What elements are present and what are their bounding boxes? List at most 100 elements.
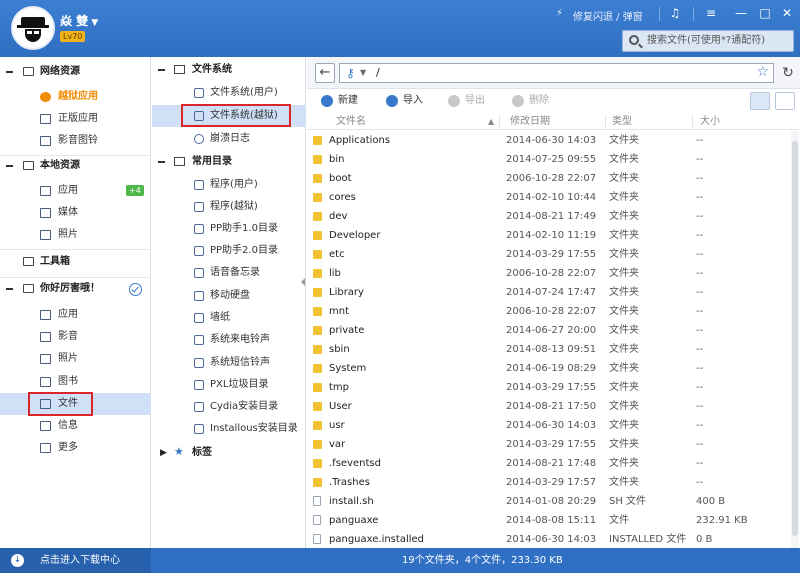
table-row[interactable]: cores 2014-02-10 10:44 文件夹 -- [307,188,785,207]
table-row[interactable]: etc 2014-03-29 17:55 文件夹 -- [307,245,785,264]
sidebar-item-device-media[interactable]: 影音 [0,326,151,348]
file-size: -- [696,135,704,146]
tree-item-pp1-dir[interactable]: PP助手1.0目录 [152,218,306,240]
grid-view-button[interactable] [775,92,795,110]
tree-item-apps-jailbreak[interactable]: 程序(越狱) [152,196,306,218]
search-input[interactable]: 搜索文件(可使用*?通配符) [622,30,794,52]
table-row[interactable]: boot 2006-10-28 22:07 文件夹 -- [307,169,785,188]
tree-item-apps-user[interactable]: 程序(用户) [152,174,306,196]
file-size: -- [696,477,704,488]
tree-item-cydia-dir[interactable]: Cydia安装目录 [152,396,306,418]
close-icon[interactable]: ✕ [780,6,794,20]
table-row[interactable]: panguaxe 2014-08-08 15:11 文件 232.91 KB [307,511,785,530]
vertical-scrollbar[interactable] [791,131,799,548]
list-icon [174,157,185,166]
table-row[interactable]: User 2014-08-21 17:50 文件夹 -- [307,397,785,416]
menu-icon[interactable]: ≡ [704,6,718,20]
sidebar-item-local-photos[interactable]: 照片 [0,224,151,246]
plus-icon [321,95,333,107]
file-icon [313,496,321,506]
folder-icon [313,250,322,259]
table-row[interactable]: Library 2014-07-24 17:47 文件夹 -- [307,283,785,302]
column-size[interactable]: 大小 [700,114,720,130]
folder-icon [313,269,322,278]
new-button[interactable]: 新建 [321,93,377,109]
export-button[interactable]: 导出 [448,93,498,109]
table-row[interactable]: usr 2014-06-30 14:03 文件夹 -- [307,416,785,435]
tree-item-system-ringtones[interactable]: 系统来电铃声 [152,329,306,351]
sidebar-item-genuine-apps[interactable]: 正版应用 [0,108,151,130]
tree-item-pxl-junk[interactable]: PXL垃圾目录 [152,374,306,396]
address-bar: ← ⚷ ▼ / ☆ ↻ [307,57,800,89]
file-size: -- [696,173,704,184]
file-type: 文件夹 [609,325,639,336]
sidebar-item-device-photos[interactable]: 照片 [0,348,151,370]
chevron-down-icon[interactable]: ▼ [360,64,366,82]
tree-item-voice-memos[interactable]: 语音备忘录 [152,262,306,284]
tree-item-filesystem-user[interactable]: 文件系统(用户) [152,82,306,104]
tree-item-pp2-dir[interactable]: PP助手2.0目录 [152,240,306,262]
table-row[interactable]: sbin 2014-08-13 09:51 文件夹 -- [307,340,785,359]
download-center-button[interactable]: ↓ 点击进入下载中心 [0,548,151,573]
table-row[interactable]: bin 2014-07-25 09:55 文件夹 -- [307,150,785,169]
chevron-down-icon[interactable]: ▼ [91,18,98,28]
table-row[interactable]: private 2014-06-27 20:00 文件夹 -- [307,321,785,340]
column-type[interactable]: 类型 [612,114,632,130]
sidebar-item-device-messages[interactable]: 信息 [0,415,151,437]
file-date: 2014-02-10 10:44 [506,192,597,203]
tree-item-external-drive[interactable]: 移动硬盘 [152,285,306,307]
table-row[interactable]: tmp 2014-03-29 17:55 文件夹 -- [307,378,785,397]
table-row[interactable]: System 2014-06-19 08:29 文件夹 -- [307,359,785,378]
table-row[interactable]: lib 2006-10-28 22:07 文件夹 -- [307,264,785,283]
table-row[interactable]: Developer 2014-02-10 11:19 文件夹 -- [307,226,785,245]
column-name[interactable]: 文件名 [336,114,366,130]
username[interactable]: 焱 雙 ▼ [60,12,98,29]
sidebar-item-device-apps[interactable]: 应用 [0,304,151,326]
file-type: 文件夹 [609,439,639,450]
avatar[interactable] [11,6,55,50]
table-row[interactable]: Applications 2014-06-30 14:03 文件夹 -- [307,131,785,150]
tree-item-installous-dir[interactable]: Installous安装目录 [152,418,306,440]
sidebar-item-device-more[interactable]: 更多 [0,437,151,459]
table-row[interactable]: dev 2014-08-21 17:49 文件夹 -- [307,207,785,226]
table-row[interactable]: var 2014-03-29 17:55 文件夹 -- [307,435,785,454]
tree-item-wallpaper[interactable]: 墙纸 [152,307,306,329]
fix-crash-link[interactable]: 修复闪退 / 弹窗 [573,8,643,23]
section-device[interactable]: 你好厉害哦！ [0,278,151,300]
refresh-icon[interactable]: ↻ [779,63,797,83]
folder-icon [313,421,322,430]
file-name: .fseventsd [329,458,381,469]
column-date[interactable]: 修改日期 [510,114,550,130]
table-row[interactable]: .fseventsd 2014-08-21 17:48 文件夹 -- [307,454,785,473]
section-local[interactable]: 本地资源 [0,155,151,177]
list-view-button[interactable] [750,92,770,110]
file-icon [313,534,321,544]
table-row[interactable]: panguaxe.installed 2014-06-30 14:03 INSTAL… [307,530,785,549]
tree-section-tags[interactable]: ▶ ★ 标签 [152,442,306,464]
maximize-icon[interactable]: □ [758,6,772,20]
section-toolbox[interactable]: 工具箱 [0,251,151,273]
sidebar-item-jailbreak-apps[interactable]: 越狱应用 [0,86,151,108]
table-row[interactable]: install.sh 2014-01-08 20:29 SH 文件 400 B [307,492,785,511]
table-row[interactable]: .Trashes 2014-03-29 17:57 文件夹 -- [307,473,785,492]
tree-section-common[interactable]: 常用目录 [152,151,306,173]
table-row[interactable]: mnt 2006-10-28 22:07 文件夹 -- [307,302,785,321]
sidebar-item-media-ringtones[interactable]: 影音图铃 [0,130,151,152]
delete-button[interactable]: 删除 [512,93,562,109]
sidebar-item-device-books[interactable]: 图书 [0,371,151,393]
import-button[interactable]: 导入 [386,93,436,109]
path-input[interactable]: ⚷ ▼ / ☆ [339,63,774,83]
section-network[interactable]: 网络资源 [0,61,151,83]
file-date: 2014-03-29 17:55 [506,439,597,450]
file-name: User [329,401,352,412]
collapse-panel-arrow-icon[interactable] [301,278,305,286]
sidebar-item-local-apps[interactable]: 应用 +4 [0,180,151,202]
favorite-star-icon[interactable]: ☆ [756,63,769,81]
tree-section-filesystem[interactable]: 文件系统 [152,59,306,81]
minimize-icon[interactable]: — [734,6,748,20]
sidebar-item-local-media[interactable]: 媒体 [0,202,151,224]
music-icon[interactable]: ♫ [668,6,682,20]
tree-item-crash-logs[interactable]: 崩溃日志 [152,128,306,150]
tree-item-sms-tones[interactable]: 系统短信铃声 [152,352,306,374]
back-button[interactable]: ← [315,63,335,83]
